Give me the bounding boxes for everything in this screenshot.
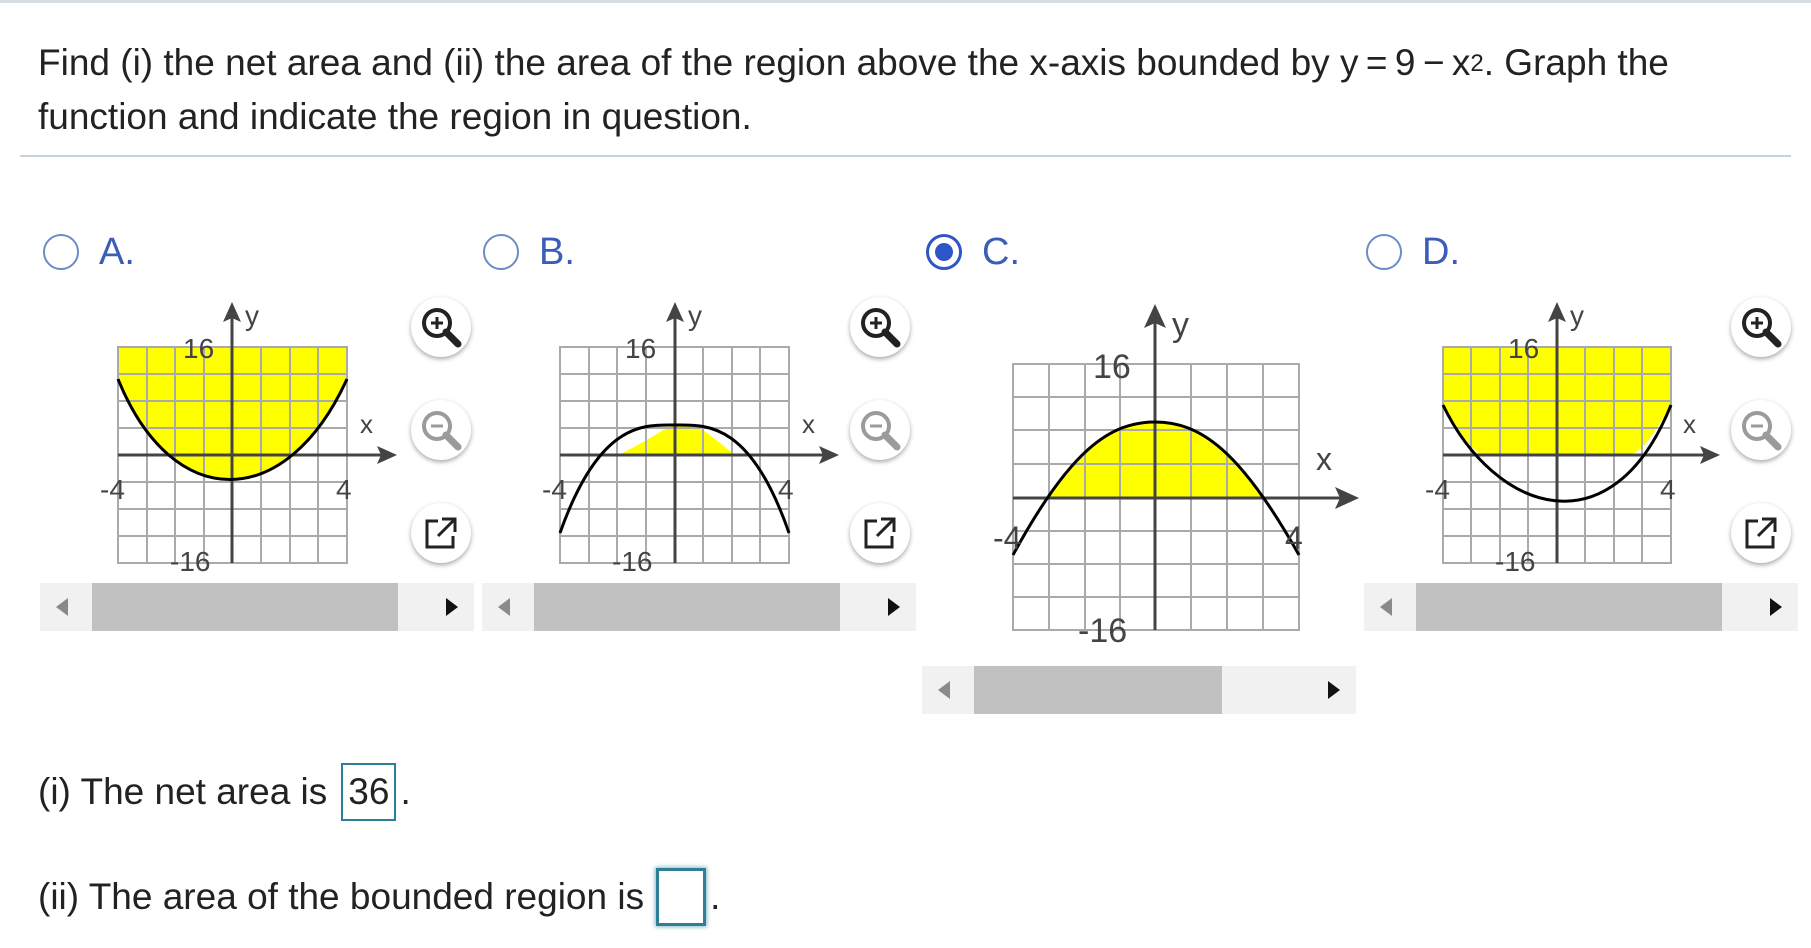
option-a-scrollbar[interactable] [40,583,474,631]
option-a-scroll-thumb[interactable] [92,583,398,631]
question-superscript: 2 [1470,50,1484,77]
option-b-graph: 16 -16 -4 4 x y [542,300,839,577]
option-a-x-tick-right: 4 [336,474,352,505]
option-a-x-tick-left: -4 [100,474,125,505]
popout-icon [1745,517,1777,549]
option-b-scroll-right-arrow[interactable] [868,583,916,631]
option-d-y-tick-top: 16 [1508,333,1539,364]
option-b-header[interactable]: B. [483,228,575,276]
option-c-y-tick-bottom: -16 [1078,612,1127,650]
option-c-radio[interactable] [926,234,962,270]
bounded-area-answer-line: (ii) The area of the bounded region is . [38,868,720,926]
zoom-out-icon [422,411,462,451]
option-a-graph: 16 -16 -4 4 x y [100,300,397,577]
option-a-y-tick-top: 16 [183,333,214,364]
option-c-x-tick-left: -4 [993,520,1021,556]
option-d-y-label: y [1570,300,1584,331]
option-b-radio[interactable] [483,234,519,270]
option-b-zoom-out-button[interactable] [850,400,910,460]
option-d-scroll-thumb[interactable] [1416,583,1722,631]
option-b-y-tick-bottom: -16 [612,546,652,577]
option-c-scrollbar[interactable] [922,666,1356,714]
zoom-out-icon [861,411,901,451]
option-b-y-tick-top: 16 [625,333,656,364]
option-c-header[interactable]: C. [926,228,1020,276]
option-a-x-label: x [360,409,373,439]
option-b-scroll-left-arrow[interactable] [482,583,530,631]
option-a-scroll-right-arrow[interactable] [426,583,474,631]
option-d-scroll-left-arrow[interactable] [1364,583,1412,631]
option-c-scroll-left-arrow[interactable] [922,666,970,714]
question-text-before: Find (i) the net area and (ii) the area … [38,42,1471,83]
popout-icon [425,517,457,549]
option-c-y-tick-top: 16 [1093,348,1131,386]
net-area-label: (i) The net area is [38,771,328,812]
option-b-x-label: x [802,409,815,439]
option-d-x-tick-right: 4 [1660,474,1676,505]
option-a-zoom-out-button[interactable] [411,400,471,460]
option-b-zoom-in-button[interactable] [850,297,910,357]
bounded-area-input[interactable] [656,868,707,926]
option-c-scroll-thumb[interactable] [974,666,1222,714]
option-b-popout-button[interactable] [850,503,910,563]
option-c-x-tick-right: 4 [1285,520,1303,556]
option-a-radio[interactable] [43,234,79,270]
option-a-y-label: y [245,300,259,331]
option-d-scroll-right-arrow[interactable] [1750,583,1798,631]
top-divider [0,0,1811,3]
net-area-suffix: . [400,771,411,812]
option-a-letter: A. [99,230,135,273]
option-a-header[interactable]: A. [43,228,135,276]
option-d-popout-button[interactable] [1731,503,1791,563]
option-b-x-tick-right: 4 [778,474,794,505]
option-d-y-tick-bottom: -16 [1495,546,1535,577]
zoom-in-icon [861,308,901,348]
option-a-y-tick-bottom: -16 [170,546,210,577]
option-c-x-label: x [1316,441,1332,477]
option-c-y-label: y [1172,306,1189,344]
option-a-popout-button[interactable] [411,503,471,563]
zoom-out-icon [1742,411,1782,451]
option-b-y-label: y [688,300,702,331]
option-b-x-tick-left: -4 [542,474,567,505]
zoom-in-icon [422,308,462,348]
zoom-in-icon [1742,308,1782,348]
option-a-scroll-left-arrow[interactable] [40,583,88,631]
option-d-radio[interactable] [1366,234,1402,270]
bounded-area-suffix: . [710,876,721,917]
option-b-scrollbar[interactable] [482,583,916,631]
option-d-zoom-in-button[interactable] [1731,297,1791,357]
option-d-graph: 16 -16 -4 4 x y [1425,300,1720,577]
option-d-scrollbar[interactable] [1364,583,1798,631]
net-area-answer-line: (i) The net area is 36 . [38,763,411,821]
option-b-letter: B. [539,230,575,273]
option-c-scroll-right-arrow[interactable] [1308,666,1356,714]
option-c-graph: 16 -16 -4 4 x y [993,304,1359,650]
question-divider [20,155,1791,157]
option-d-x-tick-left: -4 [1425,474,1450,505]
question-text: Find (i) the net area and (ii) the area … [38,38,1778,141]
option-c-letter: C. [982,230,1020,273]
popout-icon [864,517,896,549]
option-d-letter: D. [1422,230,1460,273]
option-d-zoom-out-button[interactable] [1731,400,1791,460]
option-d-x-label: x [1683,409,1696,439]
net-area-answer-box[interactable]: 36 [341,763,397,821]
option-b-scroll-thumb[interactable] [534,583,840,631]
bounded-area-label: (ii) The area of the bounded region is [38,876,645,917]
option-d-header[interactable]: D. [1366,228,1460,276]
option-a-zoom-in-button[interactable] [411,297,471,357]
